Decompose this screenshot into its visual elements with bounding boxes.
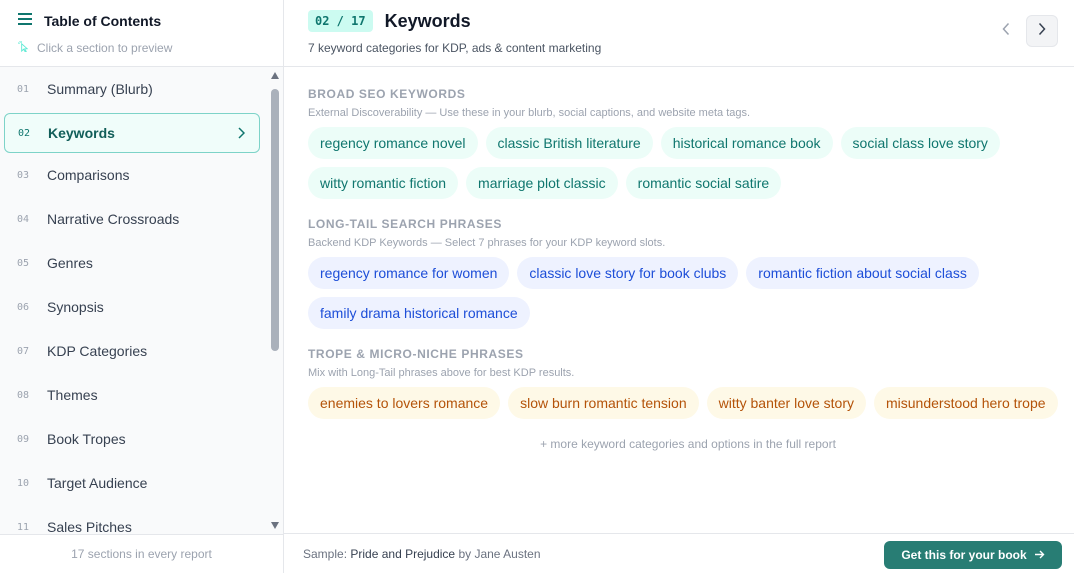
keywords-content: BROAD SEO KEYWORDS External Discoverabil… [284, 67, 1074, 451]
keyword-section-long-tail: LONG-TAIL SEARCH PHRASES Backend KDP Key… [308, 217, 1074, 329]
keyword-chip[interactable]: family drama historical romance [308, 297, 530, 329]
toc-item-narrative-crossroads[interactable]: 04 Narrative Crossroads [0, 197, 268, 241]
scroll-down-arrow-icon[interactable] [271, 522, 279, 529]
section-heading: TROPE & MICRO-NICHE PHRASES [308, 347, 524, 361]
section-heading: LONG-TAIL SEARCH PHRASES [308, 217, 502, 231]
keyword-chip[interactable]: enemies to lovers romance [308, 387, 501, 419]
toc-item-label: Comparisons [47, 167, 130, 183]
sidebar-footer: 17 sections in every report [0, 534, 283, 573]
main-panel: 02 / 17 Keywords 7 keyword categories fo… [284, 0, 1074, 573]
toc-item-label: Sales Pitches [47, 519, 132, 534]
main-header: 02 / 17 Keywords 7 keyword categories fo… [284, 0, 1074, 67]
toc-item-number: 03 [17, 169, 30, 181]
keyword-chip[interactable]: misunderstood hero trope [874, 387, 1058, 419]
more-categories-note: + more keyword categories and options in… [540, 437, 836, 451]
sidebar-header: Table of Contents Click a section to pre… [0, 0, 283, 67]
next-section-button[interactable] [1026, 15, 1058, 47]
sidebar-hint: Click a section to preview [37, 41, 173, 55]
toc-item-number: 08 [17, 389, 30, 401]
sample-prefix: Sample: [303, 546, 348, 561]
scroll-up-arrow-icon[interactable] [271, 72, 279, 79]
toc-item-label: Genres [47, 255, 93, 271]
keyword-chip-list: enemies to lovers romance slow burn roma… [308, 387, 1068, 419]
chevron-left-icon [1002, 22, 1010, 41]
keyword-chip[interactable]: romantic fiction about social class [746, 257, 979, 289]
toc-item-number: 06 [17, 301, 30, 313]
keyword-chip[interactable]: classic love story for book clubs [517, 257, 739, 289]
toc-item-summary[interactable]: 01 Summary (Blurb) [0, 67, 268, 111]
previous-section-button[interactable] [995, 17, 1017, 45]
keyword-chip[interactable]: classic British literature [485, 127, 653, 159]
toc-item-keywords[interactable]: 02 Keywords [4, 113, 260, 153]
toc-item-themes[interactable]: 08 Themes [0, 373, 268, 417]
chevron-right-icon [237, 126, 246, 144]
scrollbar-thumb[interactable] [271, 89, 279, 351]
toc-item-number: 02 [18, 127, 31, 139]
toc-item-label: Narrative Crossroads [47, 211, 180, 227]
toc-list: 01 Summary (Blurb) 02 Keywords 03 Compar… [0, 67, 268, 534]
toc-item-book-tropes[interactable]: 09 Book Tropes [0, 417, 268, 461]
sample-book-author: by Jane Austen [458, 546, 541, 561]
section-description: Backend KDP Keywords — Select 7 phrases … [308, 237, 666, 249]
keyword-chip-list: regency romance novel classic British li… [308, 127, 1068, 199]
toc-item-label: KDP Categories [47, 343, 148, 359]
toc-item-label: Summary (Blurb) [47, 81, 153, 97]
toc-item-genres[interactable]: 05 Genres [0, 241, 268, 285]
keyword-section-broad-seo: BROAD SEO KEYWORDS External Discoverabil… [308, 87, 1074, 199]
menu-icon [18, 12, 32, 30]
sidebar: Table of Contents Click a section to pre… [0, 0, 284, 573]
toc-item-number: 09 [17, 433, 30, 445]
toc-item-number: 07 [17, 345, 30, 357]
toc-item-number: 10 [17, 477, 30, 489]
toc-item-number: 05 [17, 257, 30, 269]
keyword-chip[interactable]: romantic social satire [625, 167, 782, 199]
cta-label: Get this for your book [901, 548, 1027, 562]
keyword-chip[interactable]: regency romance for women [308, 257, 510, 289]
sample-book-title: Pride and Prejudice [350, 546, 456, 561]
toc-item-label: Keywords [48, 125, 115, 141]
toc-item-sales-pitches[interactable]: 11 Sales Pitches [0, 505, 268, 534]
arrow-right-icon [1034, 548, 1045, 562]
toc-item-label: Themes [47, 387, 98, 403]
page-subtitle: 7 keyword categories for KDP, ads & cont… [308, 41, 602, 55]
toc-item-number: 11 [17, 521, 30, 533]
main-footer: Sample: Pride and Prejudice by Jane Aust… [284, 533, 1074, 573]
toc-item-label: Target Audience [47, 475, 148, 491]
toc-item-number: 01 [17, 83, 30, 95]
section-heading: BROAD SEO KEYWORDS [308, 87, 466, 101]
keyword-chip[interactable]: regency romance novel [308, 127, 478, 159]
toc-item-label: Book Tropes [47, 431, 126, 447]
section-description: Mix with Long-Tail phrases above for bes… [308, 367, 575, 379]
sidebar-scrollbar[interactable] [268, 67, 283, 534]
section-counter-badge: 02 / 17 [308, 10, 373, 32]
page-title: Keywords [384, 10, 471, 31]
keyword-section-trope-niche: TROPE & MICRO-NICHE PHRASES Mix with Lon… [308, 347, 1074, 419]
section-description: External Discoverability — Use these in … [308, 107, 751, 119]
keyword-chip[interactable]: social class love story [840, 127, 1000, 159]
toc-item-synopsis[interactable]: 06 Synopsis [0, 285, 268, 329]
keyword-chip[interactable]: marriage plot classic [466, 167, 618, 199]
keyword-chip[interactable]: slow burn romantic tension [508, 387, 699, 419]
toc-item-kdp-categories[interactable]: 07 KDP Categories [0, 329, 268, 373]
sidebar-title: Table of Contents [44, 13, 162, 29]
pointer-click-icon [17, 39, 29, 57]
toc-item-target-audience[interactable]: 10 Target Audience [0, 461, 268, 505]
keyword-chip[interactable]: historical romance book [660, 127, 833, 159]
get-this-for-your-book-button[interactable]: Get this for your book [884, 541, 1062, 569]
toc-item-number: 04 [17, 213, 30, 225]
keyword-chip-list: regency romance for women classic love s… [308, 257, 1068, 329]
toc-item-comparisons[interactable]: 03 Comparisons [0, 153, 268, 197]
keyword-chip[interactable]: witty romantic fiction [308, 167, 459, 199]
toc-item-label: Synopsis [47, 299, 104, 315]
chevron-right-icon [1038, 22, 1046, 41]
keyword-chip[interactable]: witty banter love story [706, 387, 866, 419]
